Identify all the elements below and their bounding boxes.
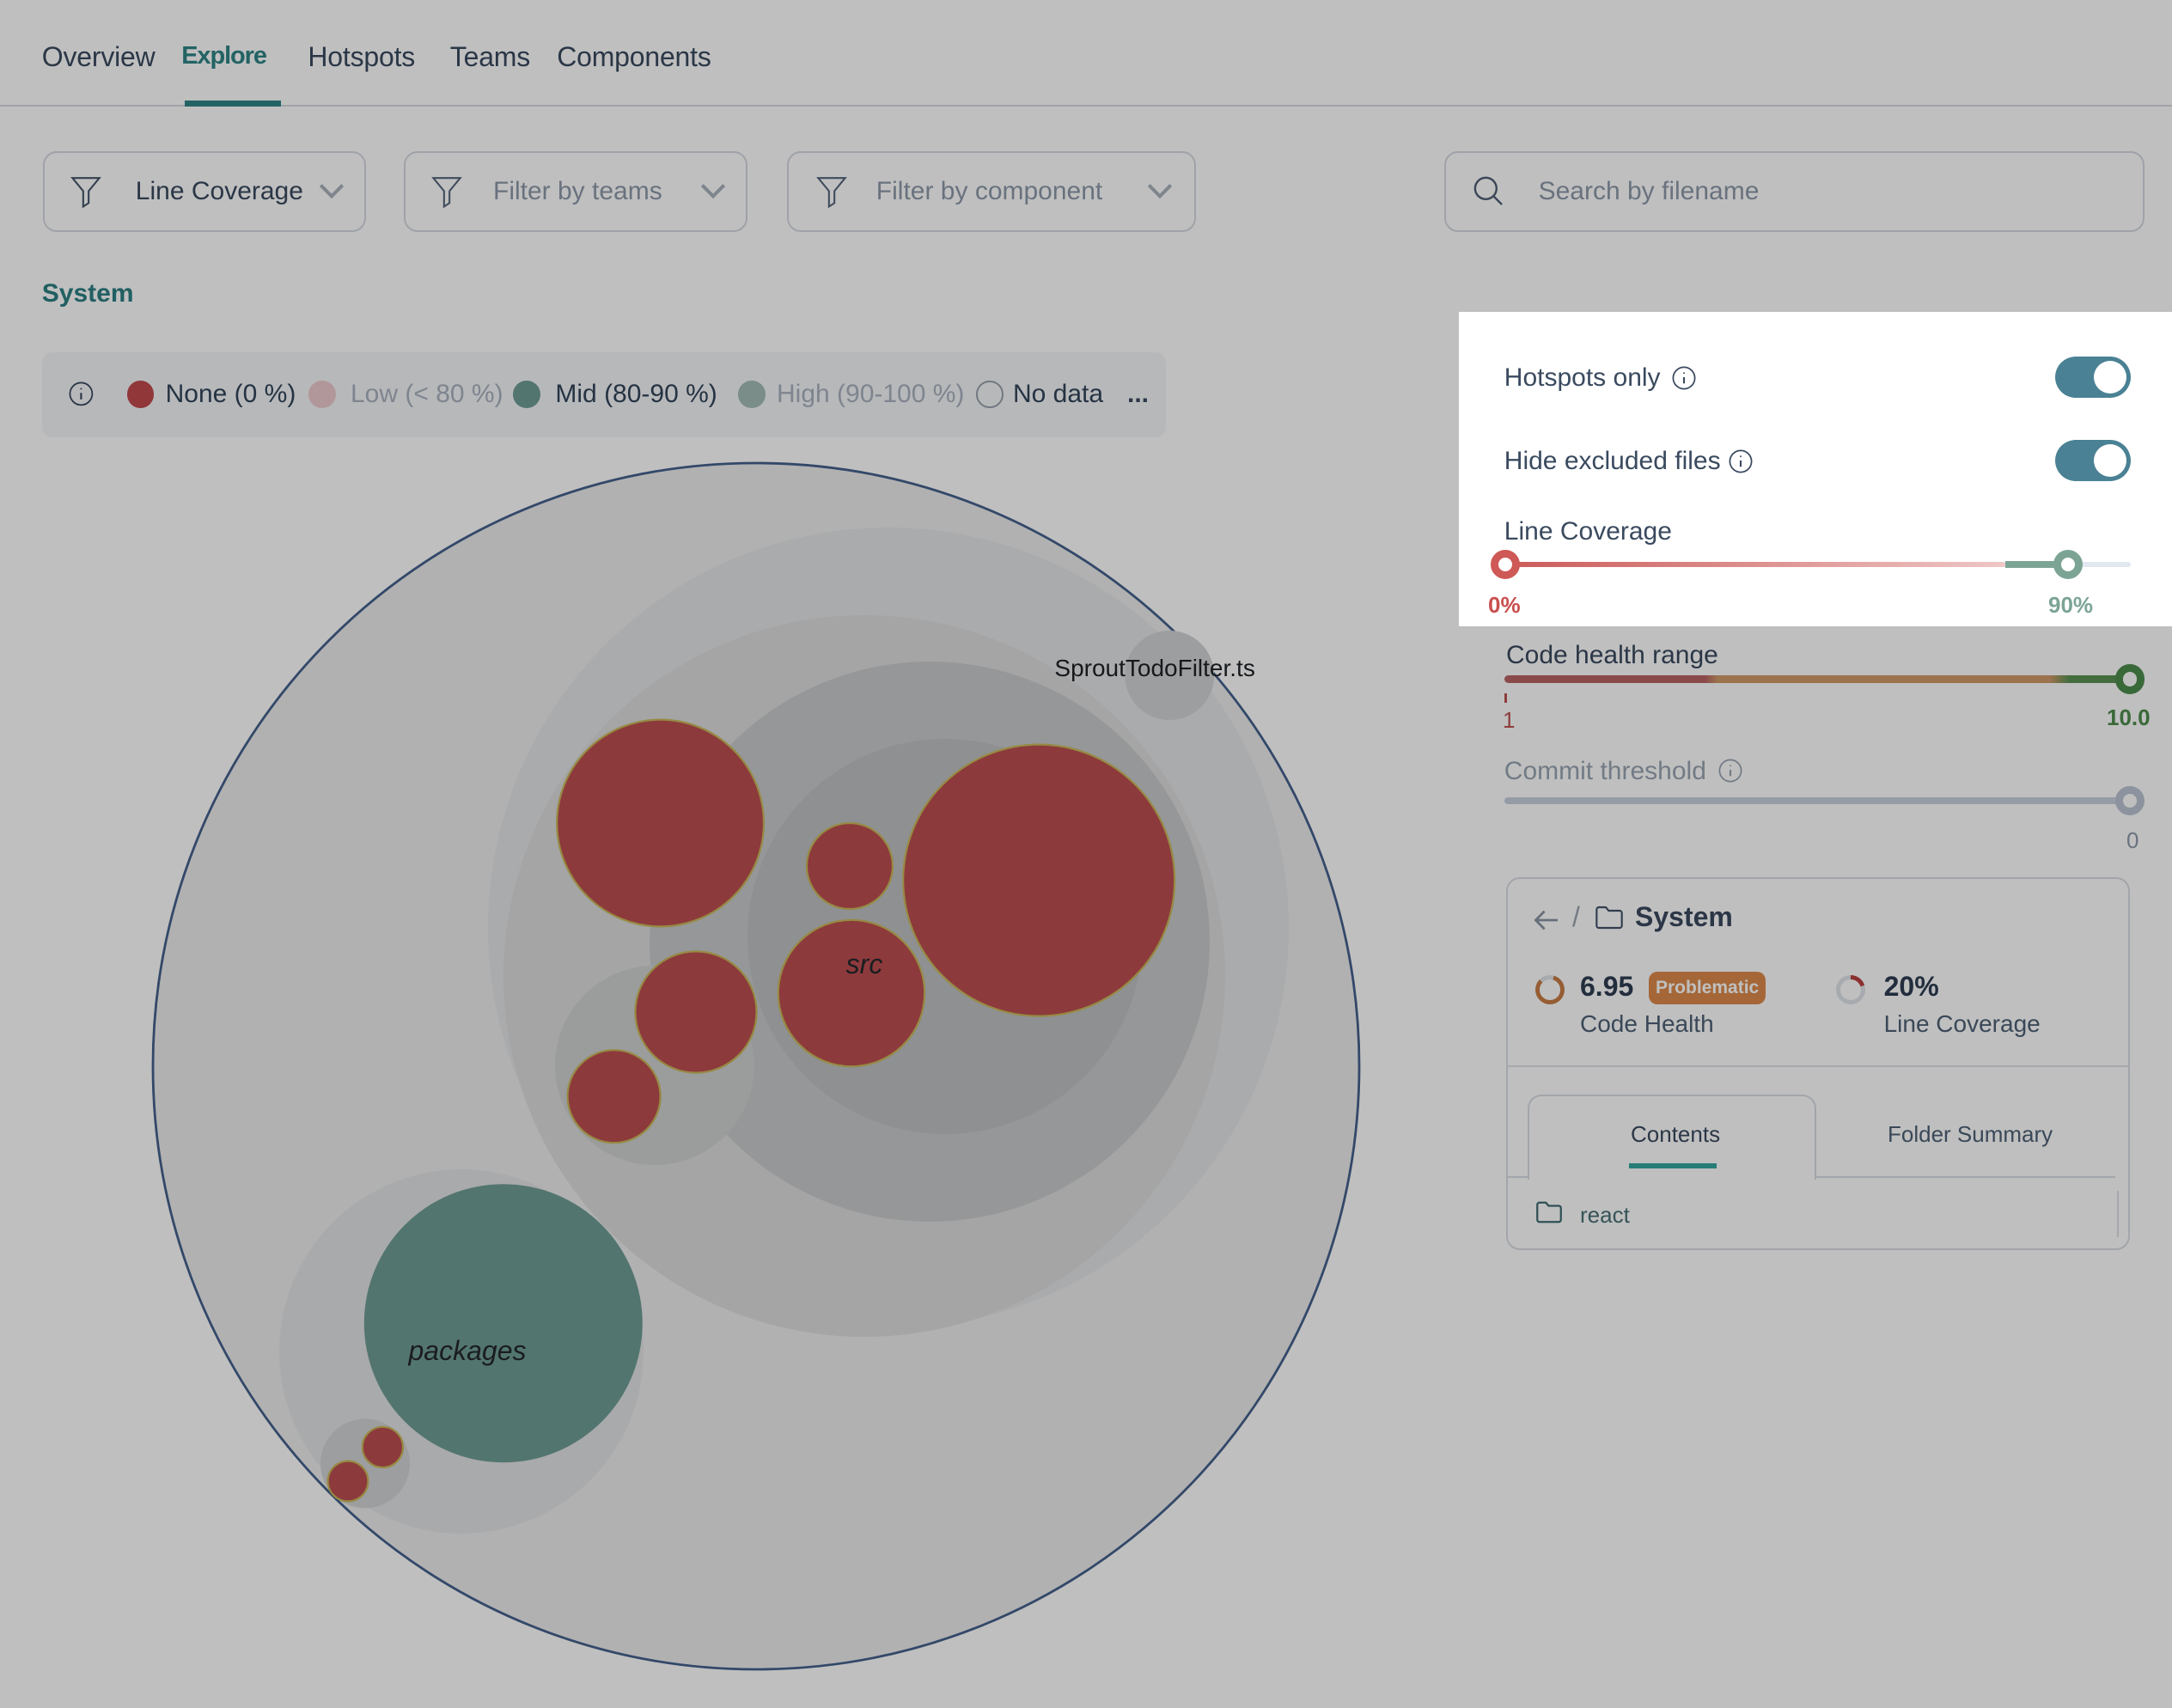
svg-text:packages: packages	[408, 1335, 527, 1366]
svg-text:SproutTodoFilter.ts: SproutTodoFilter.ts	[1054, 655, 1254, 681]
svg-text:src: src	[846, 949, 883, 979]
